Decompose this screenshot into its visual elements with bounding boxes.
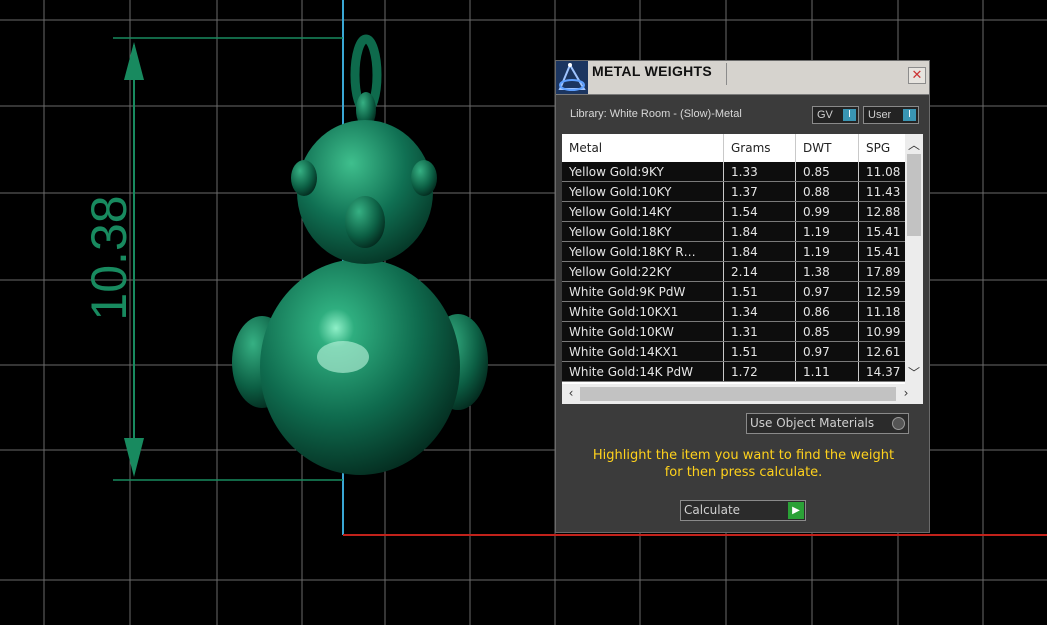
cell-grams[interactable]: 1.72 xyxy=(723,361,796,382)
cell-dwt[interactable]: 1.19 xyxy=(795,241,859,262)
cell-grams[interactable]: 1.54 xyxy=(723,201,796,222)
instruction-line-1: Highlight the item you want to find the … xyxy=(592,448,895,463)
toggle-indicator-icon: I xyxy=(843,109,856,121)
dialog-titlebar[interactable]: METAL WEIGHTS ✕ xyxy=(556,61,929,95)
close-button[interactable]: ✕ xyxy=(908,67,926,84)
scroll-down-icon[interactable]: ﹀ xyxy=(905,364,923,381)
3d-viewport[interactable]: 10.38 METAL WEIGHTS ✕ Library: White Roo… xyxy=(0,0,1047,625)
metal-table-container[interactable]: Metal Grams DWT SPG Yellow Gold:9KY 1.33 0… xyxy=(562,134,923,404)
cell-grams[interactable]: 1.34 xyxy=(723,301,796,322)
calculate-label: Calculate xyxy=(684,503,741,517)
use-object-materials-label: Use Object Materials xyxy=(750,416,875,430)
cell-dwt[interactable]: 0.99 xyxy=(795,201,859,222)
arrow-down-icon xyxy=(124,438,144,477)
dimension-value: 10.38 xyxy=(81,195,137,320)
cell-dwt[interactable]: 0.97 xyxy=(795,281,859,302)
cell-metal[interactable]: White Gold:14KX1 xyxy=(562,341,724,362)
table-row[interactable]: Yellow Gold:10KY 1.37 0.88 11.43 xyxy=(562,181,917,202)
cell-metal[interactable]: Yellow Gold:9KY xyxy=(562,162,724,182)
cell-metal[interactable]: Yellow Gold:22KY xyxy=(562,261,724,282)
cell-metal[interactable]: Yellow Gold:18KY R… xyxy=(562,241,724,262)
horizontal-scroll-thumb[interactable] xyxy=(580,387,896,401)
instruction-text: Highlight the item you want to find the … xyxy=(566,447,921,481)
horizontal-scrollbar[interactable]: ‹ › xyxy=(562,384,923,404)
cell-dwt[interactable]: 1.11 xyxy=(795,361,859,382)
cell-metal[interactable]: Yellow Gold:14KY xyxy=(562,201,724,222)
column-header-metal[interactable]: Metal xyxy=(562,134,724,162)
cell-dwt[interactable]: 0.85 xyxy=(795,321,859,342)
column-header-grams[interactable]: Grams xyxy=(723,134,796,162)
metal-table[interactable]: Metal Grams DWT SPG Yellow Gold:9KY 1.33 0… xyxy=(562,134,917,382)
toggle-indicator-icon: I xyxy=(903,109,916,121)
cell-grams[interactable]: 1.51 xyxy=(723,281,796,302)
play-icon: ▶ xyxy=(788,502,804,519)
table-row[interactable]: White Gold:9K PdW 1.51 0.97 12.59 xyxy=(562,281,917,302)
vertical-scroll-thumb[interactable] xyxy=(907,154,921,236)
table-row[interactable]: White Gold:14KX1 1.51 0.97 12.61 xyxy=(562,341,917,362)
use-object-materials-toggle[interactable]: Use Object Materials xyxy=(746,413,909,434)
cell-dwt[interactable]: 0.85 xyxy=(795,162,859,182)
pendant-model[interactable] xyxy=(232,34,488,475)
scroll-up-icon[interactable]: ︿ xyxy=(905,136,923,153)
radio-indicator-icon xyxy=(892,417,905,430)
column-header-dwt[interactable]: DWT xyxy=(795,134,859,162)
table-row[interactable]: White Gold:14K PdW 1.72 1.11 14.37 xyxy=(562,361,917,382)
cell-grams[interactable]: 1.84 xyxy=(723,221,796,242)
user-toggle[interactable]: User I xyxy=(863,106,919,124)
gv-toggle[interactable]: GV I xyxy=(812,106,859,124)
table-row[interactable]: Yellow Gold:22KY 2.14 1.38 17.89 xyxy=(562,261,917,282)
cell-metal[interactable]: White Gold:9K PdW xyxy=(562,281,724,302)
table-row[interactable]: Yellow Gold:18KY 1.84 1.19 15.41 xyxy=(562,221,917,242)
table-row[interactable]: White Gold:10KX1 1.34 0.86 11.18 xyxy=(562,301,917,322)
table-row[interactable]: Yellow Gold:18KY R… 1.84 1.19 15.41 xyxy=(562,241,917,262)
cell-metal[interactable]: Yellow Gold:18KY xyxy=(562,221,724,242)
arrow-up-icon xyxy=(124,42,144,80)
vertical-scrollbar[interactable]: ︿ ﹀ xyxy=(905,134,923,384)
cell-metal[interactable]: White Gold:14K PdW xyxy=(562,361,724,382)
cell-metal[interactable]: White Gold:10KX1 xyxy=(562,301,724,322)
cell-grams[interactable]: 1.33 xyxy=(723,162,796,182)
cell-metal[interactable]: White Gold:10KW xyxy=(562,321,724,342)
cell-grams[interactable]: 1.31 xyxy=(723,321,796,342)
cell-grams[interactable]: 1.84 xyxy=(723,241,796,262)
dialog-title: METAL WEIGHTS xyxy=(592,63,713,79)
user-toggle-label: User xyxy=(868,109,892,121)
table-row[interactable]: White Gold:10KW 1.31 0.85 10.99 xyxy=(562,321,917,342)
library-label: Library: White Room - (Slow)-Metal xyxy=(570,108,742,120)
table-row[interactable]: Yellow Gold:9KY 1.33 0.85 11.08 xyxy=(562,162,917,182)
cell-grams[interactable]: 2.14 xyxy=(723,261,796,282)
cell-dwt[interactable]: 0.86 xyxy=(795,301,859,322)
cell-dwt[interactable]: 1.19 xyxy=(795,221,859,242)
cell-dwt[interactable]: 1.38 xyxy=(795,261,859,282)
scroll-right-icon[interactable]: › xyxy=(897,386,915,400)
gv-toggle-label: GV xyxy=(817,109,833,121)
cell-grams[interactable]: 1.51 xyxy=(723,341,796,362)
calculate-button[interactable]: Calculate ▶ xyxy=(680,500,806,521)
scroll-left-icon[interactable]: ‹ xyxy=(562,386,580,400)
cell-dwt[interactable]: 0.88 xyxy=(795,181,859,202)
title-separator xyxy=(726,63,727,85)
cell-metal[interactable]: Yellow Gold:10KY xyxy=(562,181,724,202)
instruction-line-2: for then press calculate. xyxy=(664,465,823,480)
app-logo-icon xyxy=(556,61,588,94)
cell-dwt[interactable]: 0.97 xyxy=(795,341,859,362)
table-header-row: Metal Grams DWT SPG xyxy=(562,134,917,162)
metal-weights-dialog: METAL WEIGHTS ✕ Library: White Room - (S… xyxy=(555,60,930,533)
table-row[interactable]: Yellow Gold:14KY 1.54 0.99 12.88 xyxy=(562,201,917,222)
cell-grams[interactable]: 1.37 xyxy=(723,181,796,202)
